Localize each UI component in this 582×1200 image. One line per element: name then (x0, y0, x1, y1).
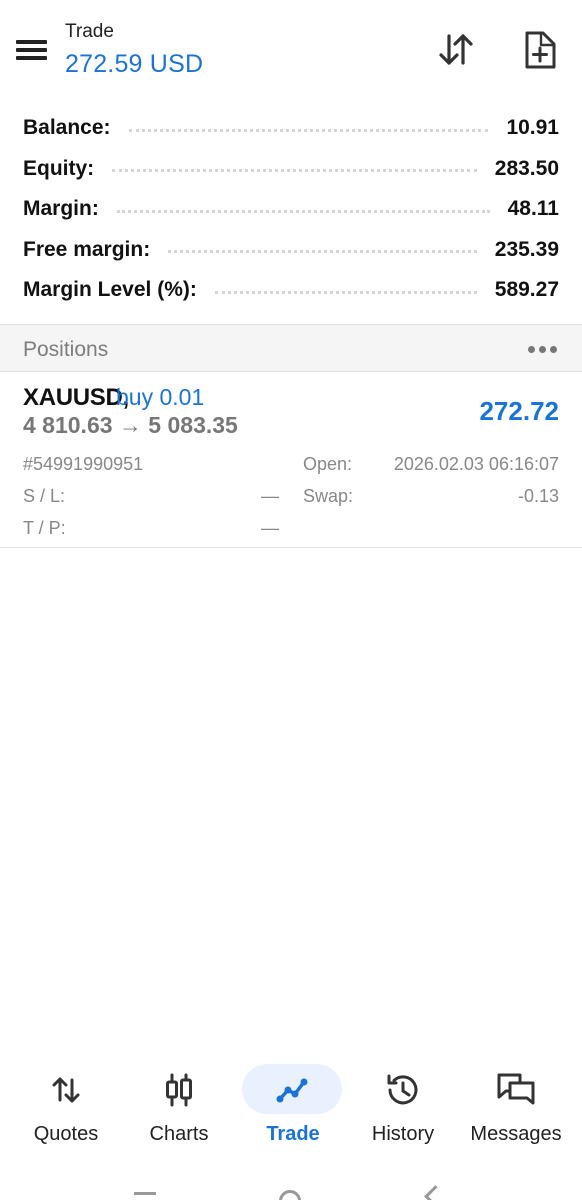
dotted-leader (112, 169, 477, 173)
new-order-icon[interactable] (520, 30, 560, 70)
nav-label: Charts (149, 1123, 209, 1145)
summary-value: 283.50 (494, 156, 559, 180)
summary-row-margin: Margin: 48.11 (0, 189, 582, 230)
tp-label: T / P: (23, 518, 66, 538)
summary-label: Balance: (23, 116, 111, 140)
dotted-leader (116, 209, 490, 213)
charts-icon (166, 1073, 192, 1107)
summary-label: Margin: (23, 197, 99, 221)
summary-label: Margin Level (%): (23, 278, 197, 302)
sort-icon[interactable] (436, 30, 476, 70)
nav-label: History (371, 1123, 435, 1145)
summary-label: Equity: (23, 156, 95, 180)
position-profit: 272.72 (479, 396, 559, 426)
nav-label: Trade (266, 1123, 320, 1145)
more-options-icon[interactable] (528, 346, 558, 354)
summary-row-equity: Equity: 283.50 (0, 149, 582, 190)
summary-value: 589.27 (494, 278, 559, 302)
account-summary: Balance: 10.91 Equity: 283.50 Margin: 48… (0, 108, 582, 311)
summary-value: 10.91 (506, 116, 559, 140)
nav-quotes[interactable]: Quotes (8, 1056, 124, 1156)
summary-value: 235.39 (494, 237, 559, 261)
menu-icon[interactable] (16, 38, 48, 62)
recents-icon[interactable] (134, 1192, 156, 1195)
summary-label: Free margin: (23, 237, 151, 261)
dotted-leader (128, 128, 489, 132)
messages-icon (497, 1073, 535, 1105)
position-symbol: XAUUSD, (23, 384, 129, 411)
nav-history[interactable]: History (345, 1056, 461, 1156)
summary-row-free-margin: Free margin: 235.39 (0, 230, 582, 271)
position-side: buy 0.01 (116, 384, 205, 410)
summary-value: 48.11 (507, 197, 559, 221)
open-time: 2026.02.03 06:16:07 (393, 454, 559, 474)
position-prices: 4 810.63 → 5 083.35 (23, 412, 238, 438)
swap-value: -0.13 (517, 486, 559, 506)
summary-row-balance: Balance: 10.91 (0, 108, 582, 149)
positions-title: Positions (23, 338, 109, 361)
nav-trade[interactable]: Trade (240, 1056, 356, 1156)
back-icon[interactable] (424, 1185, 444, 1200)
bottom-navigation: Quotes Charts Trade History Messages (0, 1056, 582, 1156)
position-row[interactable]: XAUUSD, buy 0.01 4 810.63 → 5 083.35 272… (0, 372, 582, 548)
system-navigation-bar (0, 1180, 582, 1200)
tp-value: — (261, 518, 279, 538)
positions-header: Positions (0, 324, 582, 372)
dotted-leader (214, 290, 477, 294)
nav-charts[interactable]: Charts (121, 1056, 237, 1156)
position-ticket: #54991990951 (23, 454, 144, 474)
history-icon (387, 1074, 418, 1105)
swap-label: Swap: (303, 486, 354, 506)
sl-label: S / L: (23, 486, 66, 506)
home-icon[interactable] (279, 1190, 301, 1200)
summary-row-margin-level: Margin Level (%): 589.27 (0, 270, 582, 311)
quotes-icon (52, 1077, 80, 1103)
profit-summary: 272.59 USD (65, 50, 204, 78)
sl-value: — (261, 486, 279, 506)
page-title: Trade (65, 21, 114, 42)
nav-messages[interactable]: Messages (458, 1056, 574, 1156)
nav-label: Messages (470, 1123, 562, 1145)
app-header: Trade 272.59 USD (0, 0, 582, 100)
dotted-leader (168, 250, 477, 254)
nav-label: Quotes (33, 1123, 99, 1145)
trade-icon (276, 1078, 308, 1103)
open-label: Open: (303, 454, 353, 474)
